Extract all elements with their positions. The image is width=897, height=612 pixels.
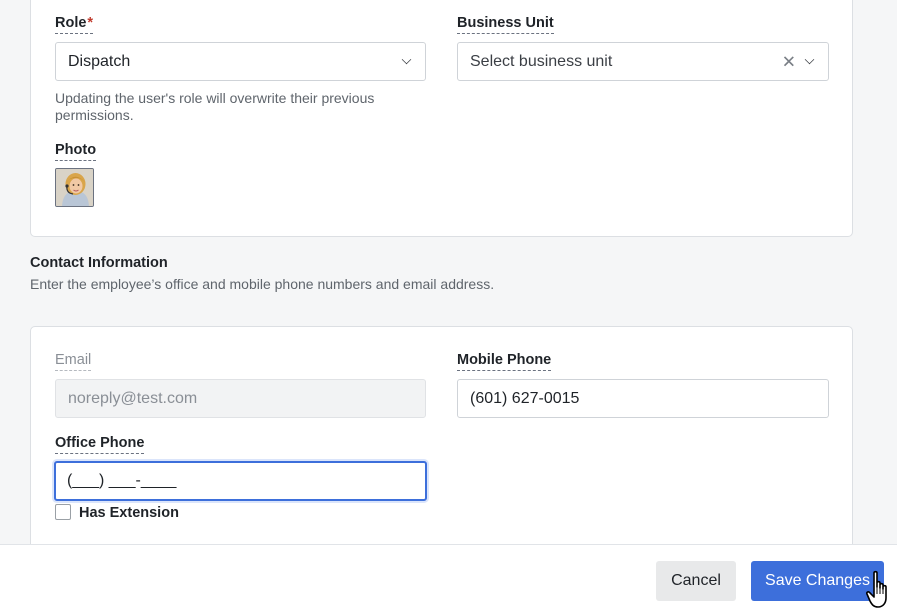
- form-footer: Cancel Save Changes: [0, 544, 897, 612]
- mobile-phone-label: Mobile Phone: [457, 352, 552, 371]
- photo-label: Photo: [55, 142, 97, 161]
- has-extension-checkbox[interactable]: [55, 504, 71, 520]
- office-phone-label: Office Phone: [55, 435, 145, 454]
- has-extension-label[interactable]: Has Extension: [79, 505, 179, 521]
- business-unit-label: Business Unit: [457, 15, 554, 34]
- contact-section-description: Enter the employee’s office and mobile p…: [30, 276, 495, 292]
- role-help-text: Updating the user's role will overwrite …: [55, 90, 375, 123]
- email-field-value: noreply@test.com: [68, 389, 198, 407]
- office-phone-field[interactable]: (___) ___-____: [54, 461, 427, 501]
- save-changes-button[interactable]: Save Changes: [751, 561, 884, 601]
- chevron-down-icon[interactable]: [804, 54, 815, 64]
- mobile-phone-field[interactable]: (601) 627-0015: [457, 379, 829, 418]
- office-phone-value: (___) ___-____: [67, 472, 177, 489]
- email-field: noreply@test.com: [55, 379, 426, 418]
- contact-section-title: Contact Information: [30, 255, 168, 271]
- hand-pointer-cursor-icon: [866, 570, 887, 608]
- cancel-button[interactable]: Cancel: [656, 561, 736, 601]
- email-label: Email: [55, 352, 92, 371]
- chevron-down-icon[interactable]: [401, 54, 412, 64]
- clear-icon[interactable]: ✕: [782, 53, 796, 70]
- role-select-value: Dispatch: [68, 52, 131, 70]
- role-label: Role*: [55, 15, 94, 34]
- required-indicator: *: [87, 15, 94, 31]
- business-unit-placeholder: Select business unit: [470, 52, 613, 70]
- mobile-phone-value: (601) 627-0015: [470, 389, 580, 407]
- user-photo[interactable]: [55, 168, 94, 207]
- business-unit-select[interactable]: Select business unit ✕: [457, 42, 829, 81]
- user-photo-image: [56, 169, 93, 206]
- role-select[interactable]: Dispatch: [55, 42, 426, 81]
